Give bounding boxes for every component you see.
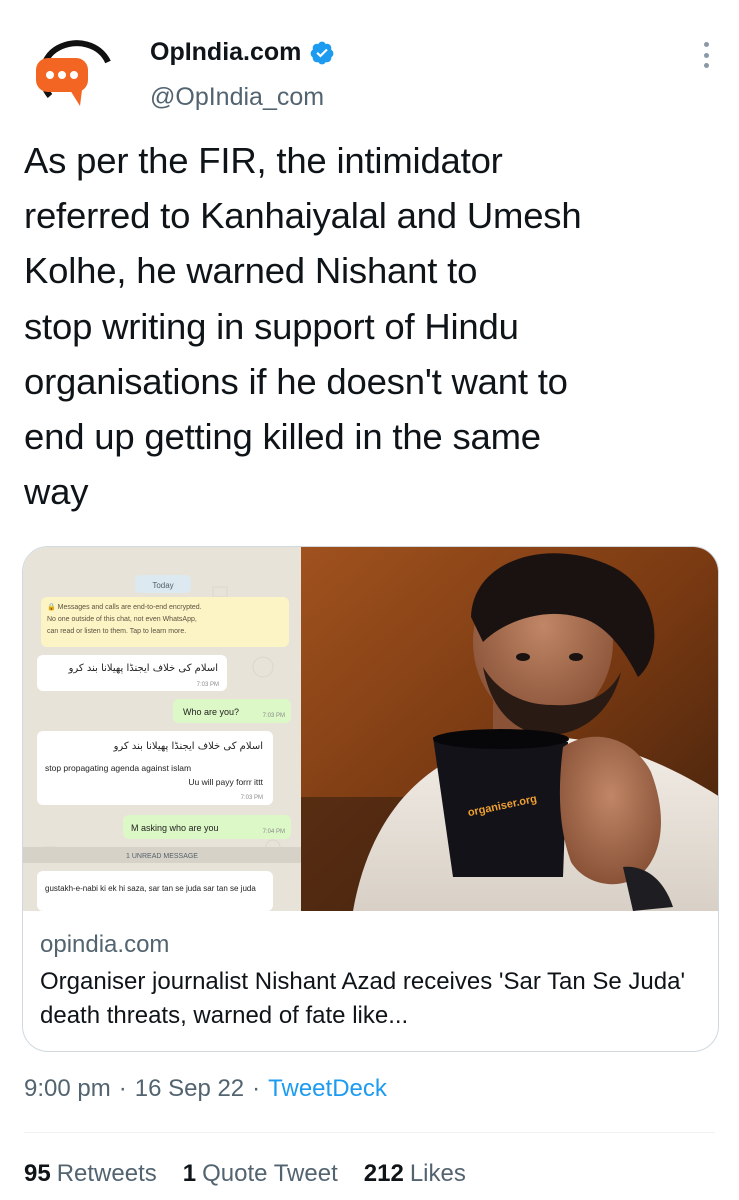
svg-text:can read or listen to them. Ta: can read or listen to them. Tap to learn… <box>47 628 186 635</box>
journalist-photo: organiser.org <box>301 547 718 911</box>
likes-stat[interactable]: 212 Likes <box>364 1160 466 1188</box>
chat-message-5: gustakh-e-nabi ki ek hi saza, sar tan se… <box>45 884 256 893</box>
meta-separator: · <box>118 1075 127 1102</box>
quote-tweets-stat[interactable]: 1 Quote Tweet <box>183 1160 338 1188</box>
likes-label: Likes <box>409 1160 466 1187</box>
retweets-label: Retweets <box>56 1160 157 1187</box>
meta-separator: · <box>252 1075 261 1102</box>
chat-message-2: Who are you? <box>183 707 239 717</box>
opindia-logo-icon <box>30 32 118 120</box>
tweet-header: OpIndia.com @OpIndia_com <box>0 0 739 130</box>
tweet-date[interactable]: 16 Sep 22 <box>135 1075 244 1103</box>
svg-text:7:04 PM: 7:04 PM <box>263 829 285 835</box>
card-image-collage: Today 🔒 Messages and calls are end-to-en… <box>23 547 718 911</box>
chat-day-label: Today <box>152 581 173 590</box>
retweets-count: 95 <box>24 1160 51 1187</box>
tweet-time[interactable]: 9:00 pm <box>24 1075 111 1103</box>
svg-text:7:03 PM: 7:03 PM <box>197 682 219 688</box>
chat-unread-banner: 1 UNREAD MESSAGE <box>126 853 198 860</box>
likes-count: 212 <box>363 1160 404 1187</box>
svg-text:7:03 PM: 7:03 PM <box>263 713 285 719</box>
verified-badge-icon <box>311 41 334 64</box>
chat-message-4: M asking who are you <box>131 823 219 833</box>
chat-message-1: اسلام کی خلاف ایجنڈا پھیلانا بند کرو <box>68 663 218 674</box>
svg-text:اسلام کی خلاف ایجنڈا پھیلانا ب: اسلام کی خلاف ایجنڈا پھیلانا بند کرو <box>113 741 263 752</box>
chat-screenshot: Today 🔒 Messages and calls are end-to-en… <box>23 547 301 911</box>
author-handle[interactable]: @OpIndia_com <box>150 83 324 112</box>
card-image[interactable]: Today 🔒 Messages and calls are end-to-en… <box>23 547 718 911</box>
svg-text:7:03 PM: 7:03 PM <box>241 795 263 801</box>
quote-tweets-label: Quote Tweet <box>202 1160 338 1187</box>
svg-text:No one outside of this chat, n: No one outside of this chat, not even Wh… <box>47 616 197 623</box>
card-title: Organiser journalist Nishant Azad receiv… <box>40 968 686 1029</box>
more-options-icon[interactable] <box>694 38 718 72</box>
svg-text:Uu will payy forrr ittt: Uu will payy forrr ittt <box>188 777 263 787</box>
svg-text:🔒 Messages and calls are end-: 🔒 Messages and calls are end-to-end encr… <box>47 603 202 611</box>
tweet-text: As per the FIR, the intimidator referred… <box>24 140 582 513</box>
tweet-stats: 95 Retweets 1 Quote Tweet 212 Likes <box>24 1160 492 1188</box>
avatar[interactable] <box>30 32 118 120</box>
author-name-row[interactable]: OpIndia.com <box>150 38 335 67</box>
author-name[interactable]: OpIndia.com <box>150 38 301 67</box>
link-card[interactable]: Today 🔒 Messages and calls are end-to-en… <box>22 546 719 1052</box>
tweet-meta: 9:00 pm · 16 Sep 22 · TweetDeck <box>24 1075 387 1103</box>
divider <box>24 1132 715 1133</box>
chat-message-3: stop propagating agenda against islam <box>45 763 191 773</box>
retweets-stat[interactable]: 95 Retweets <box>24 1160 157 1188</box>
tweet-source-link[interactable]: TweetDeck <box>268 1075 387 1103</box>
quote-tweets-count: 1 <box>182 1160 197 1187</box>
card-domain: opindia.com <box>40 931 170 958</box>
